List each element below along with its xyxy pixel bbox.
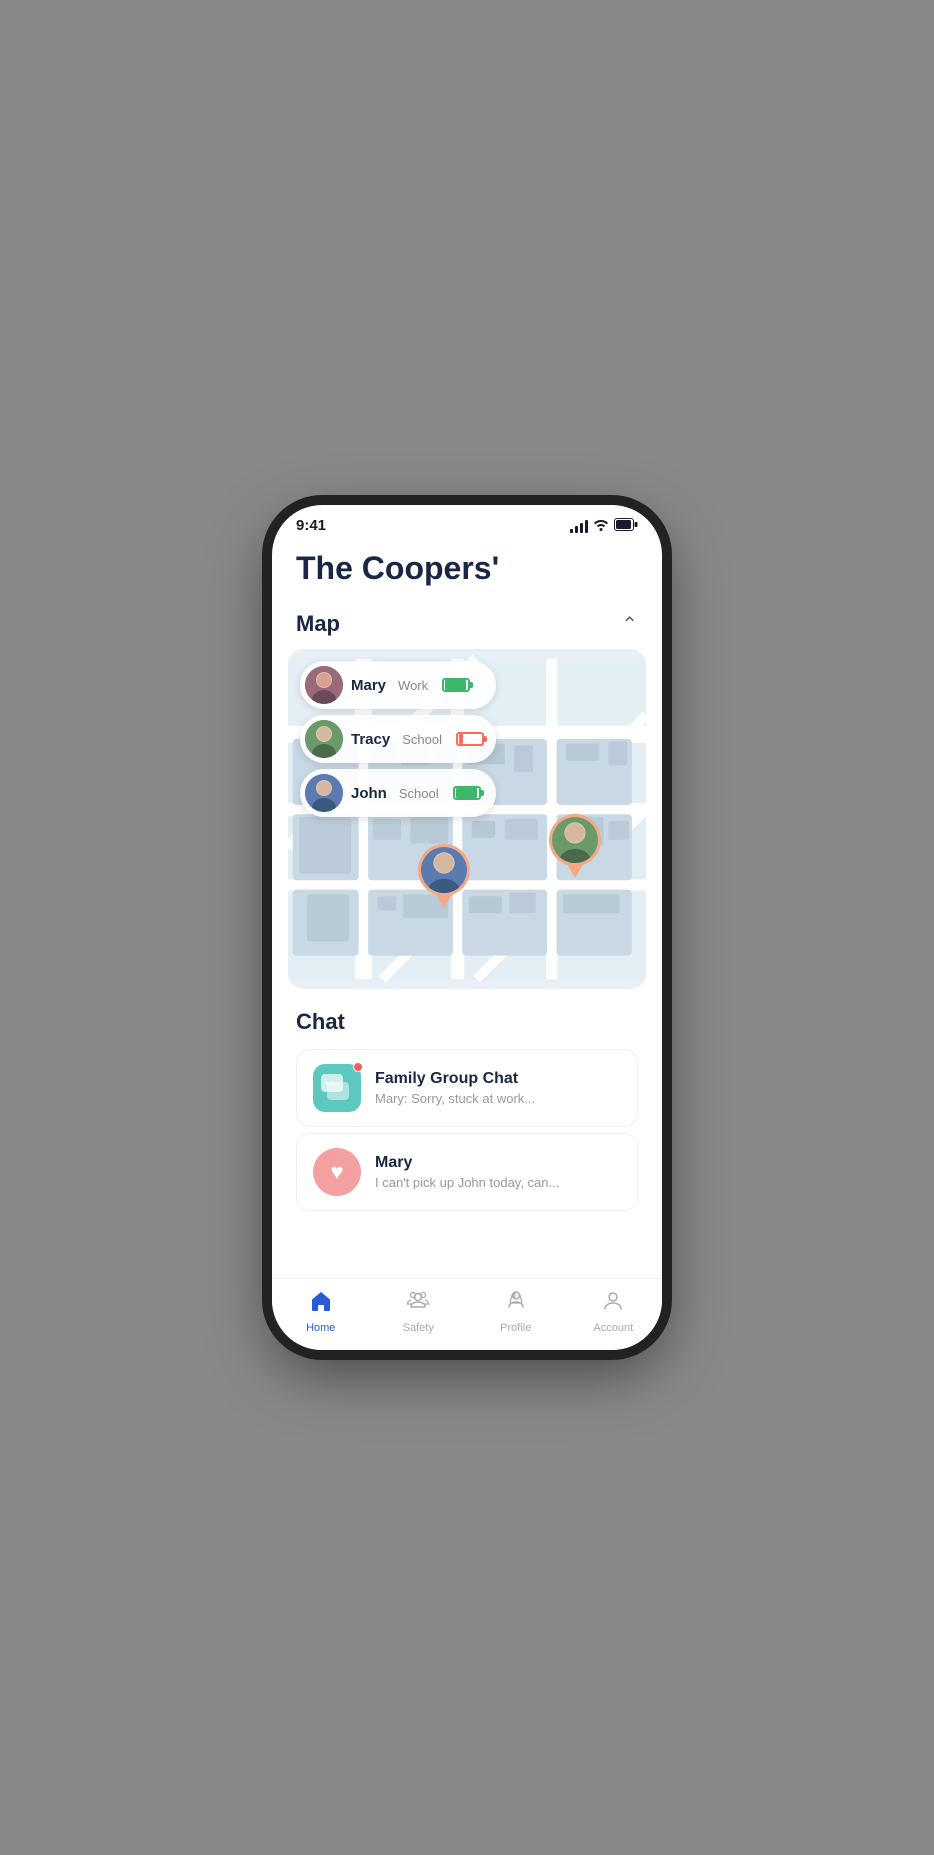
nav-item-account[interactable]: Account — [565, 1289, 663, 1334]
chat-info-mary: Mary I can't pick up John today, can... — [375, 1154, 621, 1190]
map-container[interactable]: Mary Work — [288, 649, 646, 989]
nav-item-home[interactable]: Home — [272, 1289, 370, 1334]
home-icon — [309, 1289, 333, 1319]
phone-frame: 9:41 The Coopers' Map ⌃ — [272, 505, 662, 1350]
bottom-nav: Home Safety — [272, 1278, 662, 1350]
member-name-tracy: Tracy — [351, 731, 390, 748]
map-pin-tracy[interactable] — [549, 814, 601, 878]
chat-preview-mary: I can't pick up John today, can... — [375, 1175, 621, 1190]
signal-icon — [570, 519, 588, 533]
status-bar: 9:41 — [272, 505, 662, 542]
member-name-mary: Mary — [351, 677, 386, 694]
member-card-john[interactable]: John School — [300, 769, 496, 817]
member-card-tracy[interactable]: Tracy School — [300, 715, 496, 763]
nav-item-safety[interactable]: Safety — [370, 1289, 468, 1334]
heart-icon: ♥ — [330, 1159, 343, 1185]
member-location-mary: Work — [398, 678, 428, 693]
chat-section-title: Chat — [296, 1009, 638, 1035]
nav-label-safety: Safety — [403, 1322, 434, 1334]
member-location-tracy: School — [402, 732, 442, 747]
chat-info-family-group: Family Group Chat Mary: Sorry, stuck at … — [375, 1070, 621, 1106]
map-section-title: Map — [296, 611, 340, 637]
member-avatar-mary — [305, 666, 343, 704]
chat-item-family-group[interactable]: Family Group Chat Mary: Sorry, stuck at … — [296, 1049, 638, 1127]
status-icons — [570, 517, 638, 534]
chat-group-icon — [313, 1064, 361, 1112]
profile-icon — [504, 1289, 528, 1319]
battery-status-icon — [614, 518, 638, 534]
chat-group-icon-wrap — [313, 1064, 361, 1112]
speech-bubbles-icon — [321, 1074, 353, 1102]
chat-name-family-group: Family Group Chat — [375, 1070, 621, 1088]
notification-dot-group — [353, 1062, 363, 1072]
nav-item-profile[interactable]: Profile — [467, 1289, 565, 1334]
wifi-icon — [593, 517, 609, 534]
account-icon — [601, 1289, 625, 1319]
member-avatar-tracy — [305, 720, 343, 758]
chat-item-mary[interactable]: ♥ Mary I can't pick up John today, can..… — [296, 1133, 638, 1211]
pin-avatar-john — [418, 844, 470, 896]
member-cards-list: Mary Work — [300, 661, 496, 817]
chat-section: Chat — [272, 989, 662, 1229]
battery-john — [453, 786, 481, 800]
pin-tail-john — [436, 894, 452, 908]
status-time: 9:41 — [296, 517, 326, 534]
nav-label-account: Account — [593, 1322, 633, 1334]
chat-list: Family Group Chat Mary: Sorry, stuck at … — [296, 1049, 638, 1217]
map-pin-john[interactable] — [418, 844, 470, 908]
battery-tracy — [456, 732, 484, 746]
page-header: The Coopers' — [272, 542, 662, 603]
member-avatar-john — [305, 774, 343, 812]
map-section-header: Map ⌃ — [272, 603, 662, 649]
map-collapse-button[interactable]: ⌃ — [621, 612, 638, 637]
chat-avatar-mary-wrap: ♥ — [313, 1148, 361, 1196]
chat-avatar-mary: ♥ — [313, 1148, 361, 1196]
pin-tail-tracy — [567, 864, 583, 878]
nav-label-home: Home — [306, 1322, 335, 1334]
chat-name-mary: Mary — [375, 1154, 621, 1172]
scroll-content: The Coopers' Map ⌃ — [272, 542, 662, 1278]
pin-avatar-tracy — [549, 814, 601, 866]
nav-label-profile: Profile — [500, 1322, 531, 1334]
member-card-mary[interactable]: Mary Work — [300, 661, 496, 709]
page-title: The Coopers' — [296, 550, 638, 587]
member-name-john: John — [351, 785, 387, 802]
safety-icon — [406, 1289, 430, 1319]
member-location-john: School — [399, 786, 439, 801]
battery-mary — [442, 678, 470, 692]
chat-preview-family-group: Mary: Sorry, stuck at work... — [375, 1091, 621, 1106]
